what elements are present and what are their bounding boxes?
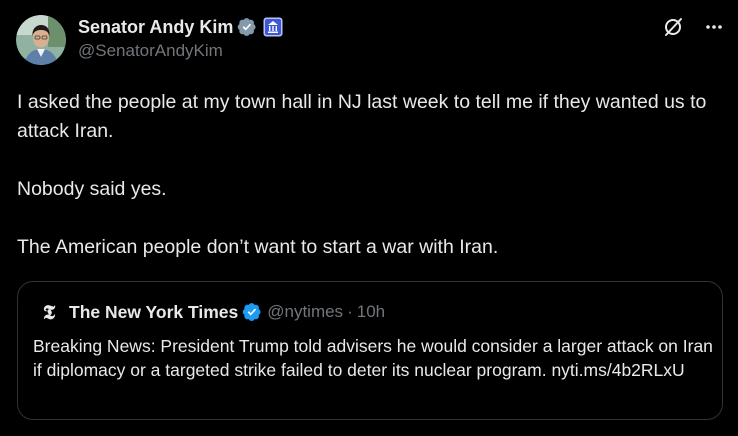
separator-dot: · bbox=[347, 302, 353, 321]
quoted-tweet-text: Breaking News: President Trump told advi… bbox=[33, 336, 713, 380]
us-government-badge-icon[interactable] bbox=[263, 17, 283, 37]
quoted-author-name: The New York Times bbox=[69, 301, 239, 322]
avatar[interactable] bbox=[16, 15, 66, 65]
tweet-paragraph: The American people don’t want to start … bbox=[17, 236, 499, 258]
author-name-row: Senator Andy Kim bbox=[78, 15, 283, 39]
tweet-text: I asked the people at my town hall in NJ… bbox=[17, 88, 717, 262]
tweet-paragraph: Nobody said yes. bbox=[17, 178, 167, 200]
author-handle[interactable]: @SenatorAndyKim bbox=[78, 41, 283, 61]
quoted-tweet-header: 𝕿 The New York Times @nytimes · 10h bbox=[39, 300, 385, 324]
author-block: Senator Andy Kim @SenatorAndyKim bbox=[78, 15, 283, 61]
tweet-top-actions bbox=[662, 16, 724, 38]
quoted-tweet[interactable]: 𝕿 The New York Times @nytimes · 10h Brea… bbox=[17, 281, 723, 420]
more-options-icon[interactable] bbox=[704, 17, 724, 37]
quoted-author-handle: @nytimes bbox=[267, 302, 344, 321]
grok-icon[interactable] bbox=[662, 16, 684, 38]
avatar-photo bbox=[16, 15, 66, 65]
nyt-logo-icon: 𝕿 bbox=[42, 300, 56, 324]
tweet[interactable]: Senator Andy Kim @SenatorAndyKim I asked… bbox=[0, 0, 738, 436]
quoted-timestamp: 10h bbox=[356, 302, 386, 321]
author-name[interactable]: Senator Andy Kim bbox=[78, 17, 233, 38]
tweet-paragraph: I asked the people at my town hall in NJ… bbox=[17, 91, 707, 142]
verified-blue-icon bbox=[242, 302, 262, 322]
verified-gray-icon[interactable] bbox=[237, 17, 257, 37]
